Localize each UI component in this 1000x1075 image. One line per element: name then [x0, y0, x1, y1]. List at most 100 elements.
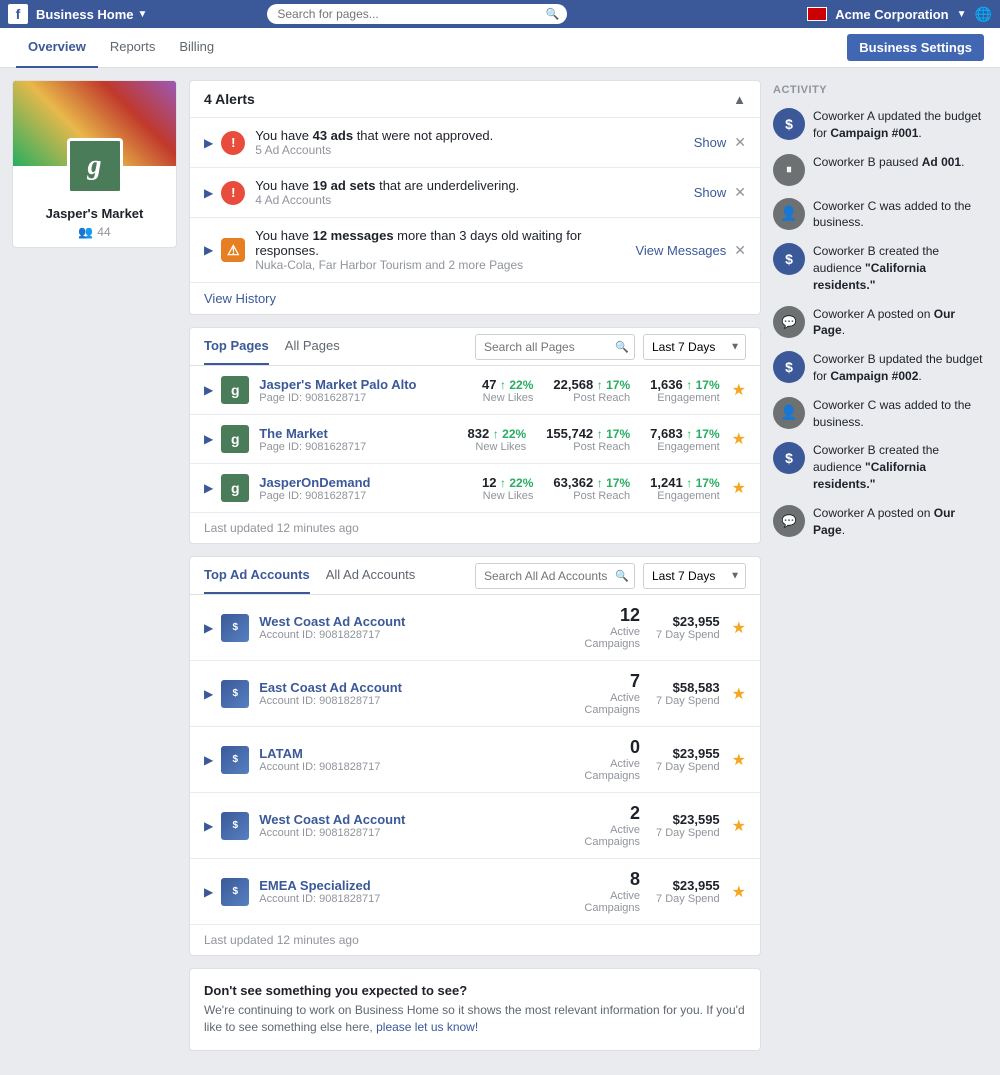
page-row-expand-2[interactable]: ▶ — [204, 432, 213, 446]
activity-text-1: Coworker A updated the budget for Campai… — [813, 108, 988, 142]
ad-account-star-button-3[interactable]: ★ — [732, 750, 746, 770]
ad-account-expand-4[interactable]: ▶ — [204, 819, 213, 833]
activity-avatar-9: 💬 — [773, 505, 805, 537]
globe-icon[interactable]: 🌐 — [975, 6, 992, 23]
ad-campaigns-3: 0 ActiveCampaigns — [584, 737, 640, 782]
activity-text-4: Coworker B created the audience "Califor… — [813, 243, 988, 293]
alert-show-button-2[interactable]: Show — [694, 185, 727, 200]
pages-last-updated: Last updated 12 minutes ago — [190, 513, 760, 543]
ad-spend-1: $23,955 7 Day Spend — [656, 614, 720, 641]
ad-stats-4: 2 ActiveCampaigns $23,595 7 Day Spend — [584, 803, 719, 848]
tab-billing[interactable]: Billing — [167, 28, 226, 68]
pages-search-input[interactable] — [475, 334, 635, 360]
tab-top-pages[interactable]: Top Pages — [204, 328, 269, 365]
activity-text-3: Coworker C was added to the business. — [813, 198, 988, 232]
acme-corporation-label[interactable]: Acme Corporation — [835, 7, 948, 22]
tab-all-ad-accounts[interactable]: All Ad Accounts — [326, 557, 416, 594]
alert-close-button-1[interactable]: ✕ — [734, 134, 746, 151]
search-icon: 🔍 — [546, 8, 560, 21]
activity-item-9: 💬 Coworker A posted on Our Page. — [773, 505, 988, 539]
business-home-caret: ▼ — [138, 9, 148, 20]
profile-info: Jasper's Market 👥 44 — [13, 194, 176, 247]
page-info-2: The Market Page ID: 9081628717 — [259, 426, 467, 453]
ad-accounts-search-wrap: 🔍 — [475, 563, 635, 589]
view-history: View History document.querySelector('[da… — [190, 283, 760, 314]
ad-account-name-4[interactable]: West Coast Ad Account — [259, 812, 584, 827]
page-id-2: Page ID: 9081628717 — [259, 441, 467, 453]
ad-account-expand-1[interactable]: ▶ — [204, 621, 213, 635]
page-name-3[interactable]: JasperOnDemand — [259, 475, 482, 490]
pages-date-filter[interactable]: Last 7 Days Last 30 Days — [643, 334, 746, 360]
ad-account-star-button-2[interactable]: ★ — [732, 684, 746, 704]
alert-close-button-2[interactable]: ✕ — [734, 184, 746, 201]
business-home-label[interactable]: Business Home ▼ — [36, 7, 147, 22]
pages-search-icon: 🔍 — [615, 340, 629, 353]
tab-reports[interactable]: Reports — [98, 28, 168, 68]
ad-accounts-date-filter[interactable]: Last 7 Days Last 30 Days — [643, 563, 746, 589]
page-star-button-3[interactable]: ★ — [732, 478, 746, 498]
ad-account-star-button-1[interactable]: ★ — [732, 618, 746, 638]
ad-spend-2: $58,583 7 Day Spend — [656, 680, 720, 707]
activity-text-9: Coworker A posted on Our Page. — [813, 505, 988, 539]
ad-account-icon-5: $ — [221, 878, 249, 906]
activity-avatar-7: 👤 — [773, 397, 805, 429]
activity-text-6: Coworker B updated the budget for Campai… — [813, 351, 988, 385]
ad-account-expand-2[interactable]: ▶ — [204, 687, 213, 701]
alert-expand-icon-3[interactable]: ▶ — [204, 243, 213, 257]
activity-avatar-4: $ — [773, 243, 805, 275]
business-settings-button[interactable]: Business Settings — [847, 34, 984, 61]
alert-item-1: ▶ ! You have 43 ads that were not approv… — [190, 118, 760, 168]
alert-show-button-1[interactable]: Show — [694, 135, 727, 150]
please-let-us-know-link[interactable]: please let us know! — [376, 1020, 478, 1034]
flag-icon — [807, 7, 827, 21]
alert-text-2: You have 19 ad sets that are underdelive… — [255, 178, 686, 207]
ad-account-id-1: Account ID: 9081828717 — [259, 629, 584, 641]
page-stat-likes-2: 832 ↑ 22% New Likes — [468, 426, 527, 453]
page-id-3: Page ID: 9081628717 — [259, 490, 482, 502]
acme-caret-icon: ▼ — [957, 9, 967, 20]
page-stat-reach-3: 63,362 ↑ 17% Post Reach — [553, 475, 630, 502]
alert-close-button-3[interactable]: ✕ — [734, 242, 746, 259]
ad-stats-5: 8 ActiveCampaigns $23,955 7 Day Spend — [584, 869, 719, 914]
ad-accounts-search-input[interactable] — [475, 563, 635, 589]
ad-stats-1: 12 ActiveCampaigns $23,955 7 Day Spend — [584, 605, 719, 650]
tab-all-pages[interactable]: All Pages — [285, 328, 340, 365]
activity-item-6: $ Coworker B updated the budget for Camp… — [773, 351, 988, 385]
facebook-logo: f — [8, 4, 28, 24]
ad-account-id-2: Account ID: 9081828717 — [259, 695, 584, 707]
search-input[interactable] — [267, 4, 567, 24]
page-row-expand-3[interactable]: ▶ — [204, 481, 213, 495]
ad-account-name-5[interactable]: EMEA Specialized — [259, 878, 584, 893]
page-stats-3: 12 ↑ 22% New Likes 63,362 ↑ 17% Post Rea… — [482, 475, 720, 502]
page-star-button-2[interactable]: ★ — [732, 429, 746, 449]
top-navigation: f Business Home ▼ 🔍 Acme Corporation ▼ 🌐 — [0, 0, 1000, 28]
alerts-chevron-icon[interactable]: ▲ — [733, 92, 746, 107]
page-name-1[interactable]: Jasper's Market Palo Alto — [259, 377, 482, 392]
page-name-2[interactable]: The Market — [259, 426, 467, 441]
center-column: 4 Alerts ▲ ▶ ! You have 43 ads that were… — [189, 80, 761, 1063]
alert-expand-icon-1[interactable]: ▶ — [204, 136, 213, 150]
alerts-header: 4 Alerts ▲ — [190, 81, 760, 118]
ad-account-name-3[interactable]: LATAM — [259, 746, 584, 761]
activity-item-3: 👤 Coworker C was added to the business. — [773, 198, 988, 232]
ad-account-name-2[interactable]: East Coast Ad Account — [259, 680, 584, 695]
ad-account-star-button-5[interactable]: ★ — [732, 882, 746, 902]
activity-header: ACTIVITY — [773, 80, 988, 100]
ad-account-name-1[interactable]: West Coast Ad Account — [259, 614, 584, 629]
tab-top-ad-accounts[interactable]: Top Ad Accounts — [204, 557, 310, 594]
tab-overview[interactable]: Overview — [16, 28, 98, 68]
ad-accounts-tabs-right: 🔍 Last 7 Days Last 30 Days ▼ — [475, 563, 746, 589]
pages-tabs-row: Top Pages All Pages 🔍 Last 7 Days Last 3… — [190, 328, 760, 366]
page-stat-engagement-2: 7,683 ↑ 17% Engagement — [650, 426, 720, 453]
alert-expand-icon-2[interactable]: ▶ — [204, 186, 213, 200]
page-row-expand-1[interactable]: ▶ — [204, 383, 213, 397]
activity-avatar-1: $ — [773, 108, 805, 140]
page-row-1: ▶ g Jasper's Market Palo Alto Page ID: 9… — [190, 366, 760, 415]
view-history-link[interactable]: View History — [204, 291, 276, 306]
page-star-button-1[interactable]: ★ — [732, 380, 746, 400]
alert-sub-1: 5 Ad Accounts — [255, 143, 686, 157]
ad-account-expand-5[interactable]: ▶ — [204, 885, 213, 899]
ad-account-expand-3[interactable]: ▶ — [204, 753, 213, 767]
dont-see-section: Don't see something you expected to see?… — [189, 968, 761, 1051]
alert-view-messages-button[interactable]: View Messages — [635, 243, 726, 258]
